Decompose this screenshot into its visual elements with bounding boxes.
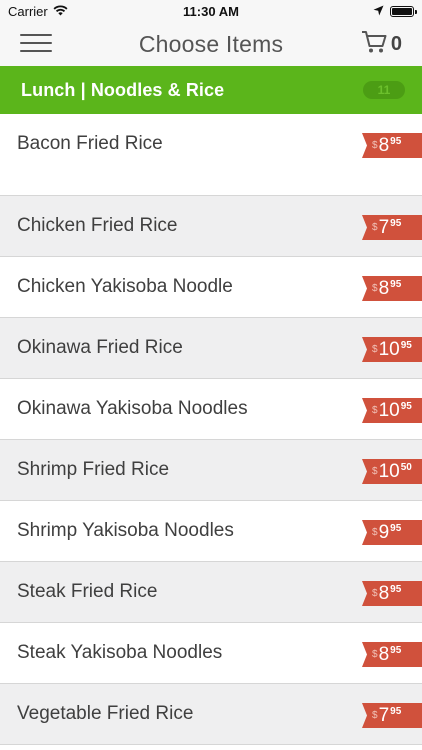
- item-count-badge: 11: [363, 81, 405, 99]
- list-item[interactable]: Chicken Fried Rice $ 7 95: [0, 196, 422, 257]
- location-arrow-icon: [373, 4, 384, 19]
- price-dollars: 8: [378, 278, 390, 299]
- price-currency: $: [372, 344, 378, 355]
- list-item[interactable]: Bacon Fried Rice $ 8 95: [0, 114, 422, 196]
- cart-count: 0: [390, 33, 402, 55]
- page-title: Choose Items: [138, 30, 284, 57]
- category-title: Lunch | Noodles & Rice: [21, 79, 225, 100]
- nav-bar: Choose Items 0: [0, 22, 422, 66]
- carrier-label: Carrier: [8, 3, 48, 19]
- price-dollars: 10: [378, 339, 400, 360]
- item-name: Okinawa Fried Rice: [17, 337, 183, 358]
- price-tag: $ 7 95: [362, 215, 422, 240]
- price-currency: $: [372, 222, 378, 233]
- price-currency: $: [372, 649, 378, 660]
- price-currency: $: [372, 140, 378, 151]
- price-tag: $ 8 95: [362, 642, 422, 667]
- menu-button[interactable]: [20, 34, 52, 54]
- price-currency: $: [372, 588, 378, 599]
- price-currency: $: [372, 283, 378, 294]
- item-name: Bacon Fried Rice: [17, 133, 163, 154]
- price-tag: $ 8 95: [362, 133, 422, 158]
- price-dollars: 10: [378, 400, 400, 421]
- cart-icon: [361, 30, 387, 59]
- item-name: Chicken Fried Rice: [17, 215, 178, 236]
- price-dollars: 9: [378, 522, 390, 543]
- list-item[interactable]: Steak Fried Rice $ 8 95: [0, 562, 422, 623]
- price-tag: $ 8 95: [362, 581, 422, 606]
- price-cents: 95: [390, 584, 402, 595]
- price-currency: $: [372, 466, 378, 477]
- item-name: Steak Fried Rice: [17, 581, 158, 602]
- status-right: [373, 4, 417, 19]
- price-tag: $ 10 50: [362, 459, 422, 484]
- list-item[interactable]: Steak Yakisoba Noodles $ 8 95: [0, 623, 422, 684]
- price-tag: $ 10 95: [362, 337, 422, 362]
- item-list: Bacon Fried Rice $ 8 95 Chicken Fried Ri…: [0, 114, 422, 745]
- price-cents: 95: [400, 340, 412, 351]
- cart-button[interactable]: 0: [361, 30, 402, 59]
- price-cents: 95: [390, 279, 402, 290]
- hamburger-icon-line: [20, 42, 52, 44]
- list-item[interactable]: Shrimp Fried Rice $ 10 50: [0, 440, 422, 501]
- price-tag: $ 7 95: [362, 703, 422, 728]
- price-cents: 50: [400, 462, 412, 473]
- price-dollars: 8: [378, 644, 390, 665]
- price-currency: $: [372, 527, 378, 538]
- hamburger-icon-line: [20, 34, 52, 36]
- item-name: Okinawa Yakisoba Noodles: [17, 398, 248, 419]
- status-left: Carrier: [8, 4, 68, 19]
- item-name: Shrimp Fried Rice: [17, 459, 170, 480]
- price-cents: 95: [400, 401, 412, 412]
- item-name: Chicken Yakisoba Noodle: [17, 276, 233, 297]
- item-name: Steak Yakisoba Noodles: [17, 642, 223, 663]
- status-bar: Carrier 11:30 AM: [0, 0, 422, 22]
- item-name: Shrimp Yakisoba Noodles: [17, 520, 234, 541]
- price-dollars: 7: [378, 217, 390, 238]
- price-dollars: 8: [378, 583, 390, 604]
- hamburger-icon-line: [20, 50, 52, 52]
- price-cents: 95: [390, 523, 402, 534]
- price-dollars: 10: [378, 461, 400, 482]
- price-cents: 95: [390, 645, 402, 656]
- price-cents: 95: [390, 218, 402, 229]
- price-cents: 95: [390, 706, 402, 717]
- list-item[interactable]: Chicken Yakisoba Noodle $ 8 95: [0, 257, 422, 318]
- list-item[interactable]: Vegetable Fried Rice $ 7 95: [0, 684, 422, 745]
- list-item[interactable]: Shrimp Yakisoba Noodles $ 9 95: [0, 501, 422, 562]
- price-dollars: 8: [378, 135, 390, 156]
- list-item[interactable]: Okinawa Fried Rice $ 10 95: [0, 318, 422, 379]
- battery-icon: [390, 5, 417, 17]
- price-tag: $ 9 95: [362, 520, 422, 545]
- price-currency: $: [372, 710, 378, 721]
- price-tag: $ 10 95: [362, 398, 422, 423]
- item-name: Vegetable Fried Rice: [17, 703, 194, 724]
- category-header: Lunch | Noodles & Rice 11: [0, 66, 422, 114]
- price-tag: $ 8 95: [362, 276, 422, 301]
- price-dollars: 7: [378, 705, 390, 726]
- list-item[interactable]: Okinawa Yakisoba Noodles $ 10 95: [0, 379, 422, 440]
- price-cents: 95: [390, 136, 402, 147]
- wifi-icon: [53, 4, 68, 19]
- price-currency: $: [372, 405, 378, 416]
